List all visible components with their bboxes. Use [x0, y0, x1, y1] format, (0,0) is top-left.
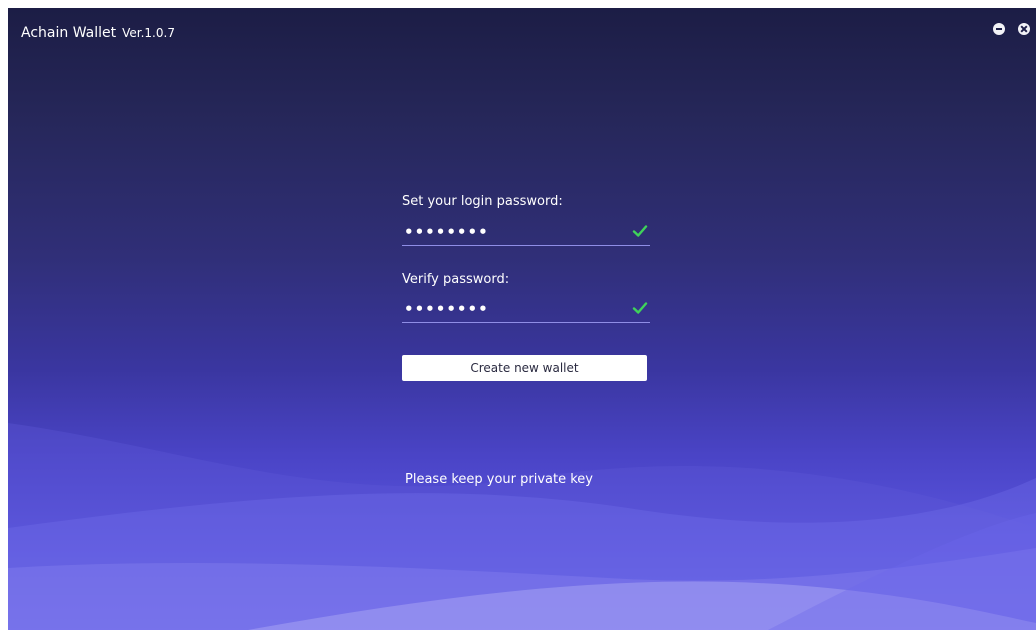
check-icon [632, 225, 648, 237]
verify-password-input[interactable] [402, 298, 624, 320]
app-title: Achain Wallet Ver.1.0.7 [21, 25, 175, 41]
verify-field-row [402, 298, 650, 323]
password-field-row [402, 221, 650, 246]
verify-password-label: Verify password: [402, 272, 510, 287]
private-key-notice: Please keep your private key [405, 472, 593, 487]
password-label: Set your login password: [402, 194, 563, 209]
minimize-icon[interactable] [993, 23, 1005, 35]
app-version: Ver.1.0.7 [122, 26, 175, 40]
close-icon[interactable] [1018, 23, 1030, 35]
password-input[interactable] [402, 221, 624, 243]
check-icon [632, 302, 648, 314]
create-wallet-button[interactable]: Create new wallet [402, 355, 647, 381]
title-bar: Achain Wallet Ver.1.0.7 [8, 8, 1036, 56]
app-name: Achain Wallet [21, 25, 117, 41]
wallet-window: Achain Wallet Ver.1.0.7 Set your login pa… [8, 8, 1036, 630]
